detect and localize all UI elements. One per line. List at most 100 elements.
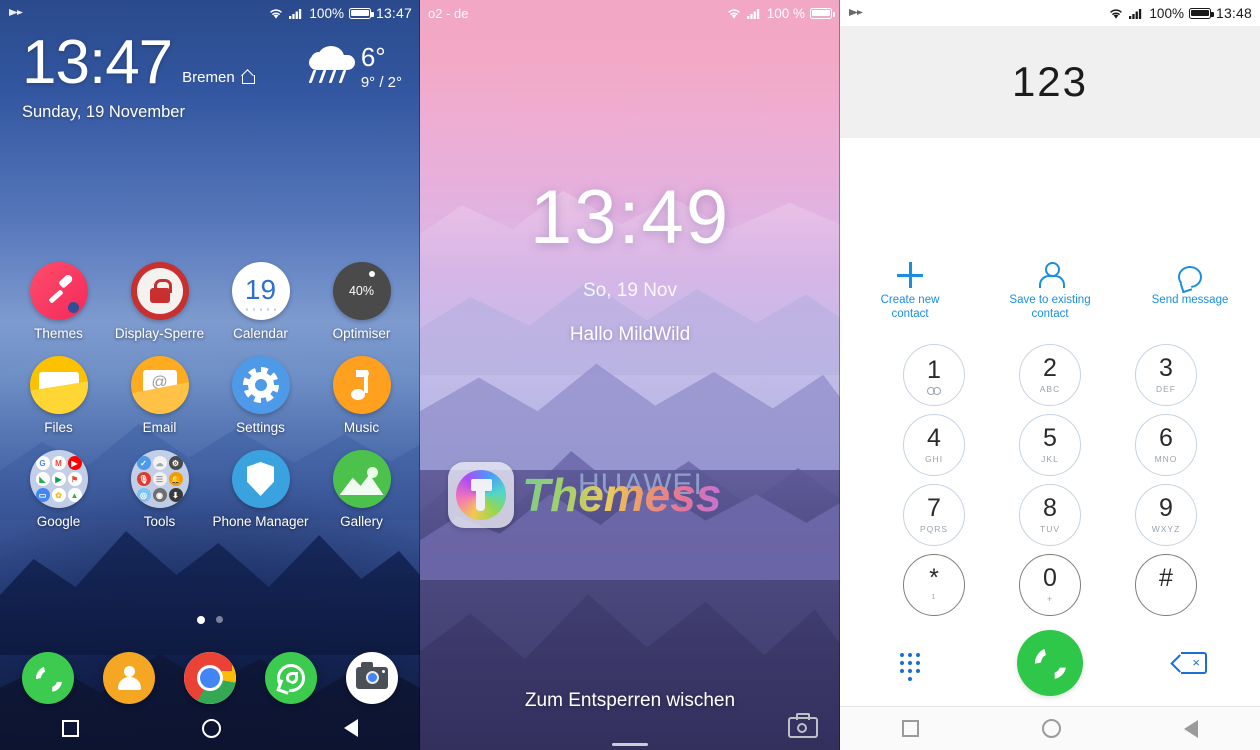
- app-display-sperre[interactable]: Display-Sperre: [109, 262, 210, 341]
- dialpad-key-7[interactable]: 7 PQRS: [903, 484, 965, 546]
- dialpad-key-5[interactable]: 5 JKL: [1019, 414, 1081, 476]
- plus-icon: [897, 258, 923, 288]
- dialpad-key-6[interactable]: 6 MNO: [1135, 414, 1197, 476]
- dialpad-key-0[interactable]: 0 +: [1019, 554, 1081, 616]
- backspace-button[interactable]: ×: [1120, 652, 1260, 674]
- app-optimiser[interactable]: 40% Optimiser: [311, 262, 412, 341]
- status-bar[interactable]: 100% 13:47: [0, 0, 420, 26]
- dock-phone-app[interactable]: [22, 652, 75, 704]
- optimiser-value: 40%: [348, 284, 375, 298]
- optimiser-icon: 40%: [332, 262, 391, 320]
- page-dot[interactable]: [216, 616, 223, 623]
- dialpad-key-4[interactable]: 4 GHI: [903, 414, 965, 476]
- dock-camera-app[interactable]: [345, 652, 398, 704]
- wifi-icon: [270, 8, 283, 19]
- key-digit: 3: [1159, 354, 1173, 382]
- status-bar[interactable]: 100% 13:48: [840, 0, 1260, 26]
- page-indicator[interactable]: [0, 616, 420, 624]
- app-label: Display-Sperre: [114, 326, 205, 341]
- app-themes[interactable]: Themes: [8, 262, 109, 341]
- triangle-left-icon[interactable]: [1184, 719, 1199, 738]
- battery-full-icon: [348, 7, 374, 19]
- tools-folder-icon: ✓ ☁ ⚙ 🎙 ☰ 🔔 ◎ ◉ ⬇: [130, 450, 189, 508]
- dialpad-key-1[interactable]: 1: [903, 344, 965, 406]
- key-digit: #: [1159, 564, 1173, 592]
- dock-contacts-app[interactable]: [103, 652, 156, 704]
- dialpad-key-2[interactable]: 2 ABC: [1019, 344, 1081, 406]
- phone-handset-icon: [1035, 648, 1065, 678]
- page-dot-active[interactable]: [197, 616, 205, 624]
- call-button[interactable]: [1017, 630, 1083, 696]
- dialpad-key-star[interactable]: * 1: [903, 554, 965, 616]
- status-bar[interactable]: o2 - de 100 %: [420, 0, 840, 26]
- dock-whatsapp-app[interactable]: [264, 652, 317, 704]
- key-digit: 4: [927, 424, 941, 452]
- dock: [0, 652, 420, 704]
- weather-widget[interactable]: 6° 9° / 2°: [307, 44, 402, 91]
- triangle-left-icon[interactable]: [344, 719, 359, 737]
- dialer-panel: 100% 13:48 123 Create new contact Save t…: [840, 0, 1260, 750]
- home-screen-panel: 100% 13:47 13:47 Bremen Sunday, 19 Novem…: [0, 0, 420, 750]
- app-email[interactable]: @ Email: [109, 356, 210, 435]
- dialpad-key-9[interactable]: 9 WXYZ: [1135, 484, 1197, 546]
- home-bar-indicator[interactable]: [612, 743, 648, 746]
- double-chevron-right-icon: [9, 8, 23, 16]
- key-letters: +: [1046, 594, 1054, 604]
- key-letters: PQRS: [919, 524, 949, 534]
- app-label: Email: [142, 420, 177, 435]
- create-new-contact-button[interactable]: Create new contact: [840, 258, 980, 322]
- dialpad-key-3[interactable]: 3 DEF: [1135, 344, 1197, 406]
- widget-date: Sunday, 19 November: [22, 102, 185, 121]
- app-music[interactable]: Music: [311, 356, 412, 435]
- swipe-hint-label: Zum Entsperren wischen: [524, 690, 736, 711]
- key-digit: 1: [927, 355, 941, 384]
- action-label: Send message: [1151, 294, 1229, 306]
- camera-icon[interactable]: [788, 712, 818, 738]
- navigation-bar: [0, 706, 420, 750]
- signal-bars-icon: [1129, 8, 1142, 19]
- status-bar-left: [8, 7, 25, 20]
- square-icon[interactable]: [61, 719, 79, 737]
- folder-google[interactable]: G M ▶ ◣ ▶ ⚑ ▭ ✿ ▲ Google: [8, 450, 109, 529]
- key-digit: 8: [1043, 494, 1057, 522]
- rain-cloud-icon: [307, 44, 357, 88]
- signal-bars-icon: [746, 8, 759, 19]
- folder-tools[interactable]: ✓ ☁ ⚙ 🎙 ☰ 🔔 ◎ ◉ ⬇ Tools: [109, 450, 210, 529]
- key-letters: WXYZ: [1151, 524, 1181, 534]
- calendar-icon: 19: [231, 262, 290, 320]
- circle-icon[interactable]: [201, 718, 221, 738]
- action-label: Create new contact: [880, 294, 940, 321]
- dialer-quick-actions: Create new contact Save to existing cont…: [840, 258, 1260, 322]
- weather-range: 9° / 2°: [360, 74, 402, 91]
- three-phone-screenshots: 100% 13:47 13:47 Bremen Sunday, 19 Novem…: [0, 0, 1260, 750]
- app-files[interactable]: Files: [8, 356, 109, 435]
- padlock-icon: [130, 262, 189, 320]
- app-phone-manager[interactable]: Phone Manager: [210, 450, 311, 529]
- save-to-existing-contact-button[interactable]: Save to existing contact: [980, 258, 1120, 322]
- square-icon[interactable]: [901, 720, 919, 737]
- app-calendar[interactable]: 19 Calendar: [210, 262, 311, 341]
- circle-icon[interactable]: [1041, 719, 1061, 738]
- signal-bars-icon: [289, 8, 302, 19]
- dialpad: 1 2 ABC 3 DEF 4 GHI 5 JKL 6 MNO 7 PQRS 8…: [840, 344, 1260, 616]
- dialed-number: 123: [1011, 58, 1089, 105]
- backspace-icon: ×: [1170, 652, 1207, 674]
- key-letters: 1: [931, 594, 937, 601]
- dock-chrome-app[interactable]: [183, 652, 236, 704]
- key-letters: JKL: [1041, 454, 1059, 464]
- send-message-button[interactable]: Send message: [1120, 258, 1260, 322]
- dialpad-key-hash[interactable]: #: [1135, 554, 1197, 616]
- keypad-toggle-button[interactable]: [840, 653, 980, 681]
- dialpad-key-8[interactable]: 8 TUV: [1019, 484, 1081, 546]
- app-gallery[interactable]: Gallery: [311, 450, 412, 529]
- app-label: Calendar: [233, 326, 288, 341]
- app-settings[interactable]: Settings: [210, 356, 311, 435]
- city-block: Bremen: [182, 69, 256, 93]
- dialed-number-display[interactable]: 123: [840, 26, 1260, 138]
- status-bar-right: 100% 13:48: [1108, 5, 1252, 21]
- weather-temps: 6° 9° / 2°: [361, 44, 402, 91]
- app-label: Google: [36, 514, 81, 529]
- person-outline-icon: [1038, 258, 1065, 288]
- city-label: Bremen: [182, 68, 235, 86]
- battery-percent-label: 100%: [1149, 5, 1184, 21]
